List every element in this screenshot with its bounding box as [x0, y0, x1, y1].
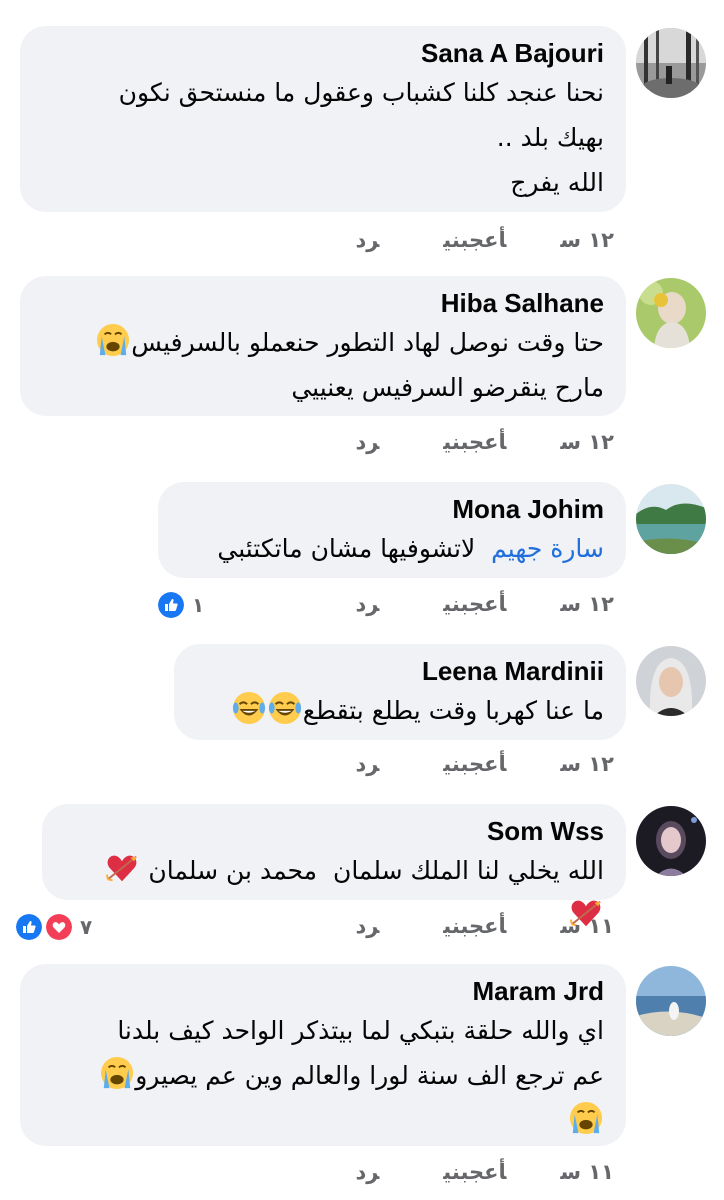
comment-text-line: ما عنا كهربا وقت يطلع بتقطع: [196, 688, 604, 733]
like-link[interactable]: أعجبني: [443, 914, 506, 938]
comment-text: حتا وقت نوصل لهاد التطور حنعملو بالسرفيس: [131, 328, 604, 357]
woman-hijab-avatar[interactable]: [636, 646, 706, 716]
heart-arrow-emoji: [105, 851, 139, 885]
comment-bubble: Leena Mardinii ما عنا كهربا وقت يطلع بتق…: [174, 644, 626, 740]
comment-text-line: مارح ينقرضو السرفيس يعنييي: [291, 373, 604, 402]
tears-of-joy-emoji: [232, 691, 266, 725]
like-link[interactable]: أعجبني: [443, 752, 506, 776]
comment-time[interactable]: ١٢ س: [560, 752, 614, 776]
comment-text-line: حتا وقت نوصل لهاد التطور حنعملو بالسرفيس: [42, 320, 604, 365]
comment-author[interactable]: Maram Jrd: [42, 974, 605, 1008]
comment-text-line: [42, 1098, 604, 1143]
comment-text-line: نحنا عنجد كلنا كشباب وعقول ما منستحق نكو…: [118, 78, 604, 107]
comment-text-line: الله يفرج: [510, 168, 604, 197]
tears-of-joy-emoji: [268, 691, 302, 725]
comment-text-line: بهيك بلد ..: [496, 123, 604, 152]
comment-author[interactable]: Hiba Salhane: [42, 286, 604, 320]
comment-time[interactable]: ١٢ س: [560, 430, 614, 454]
comment-text: الله يخلي لنا الملك سلمان محمد بن سلمان: [148, 856, 604, 885]
comment-text-line: عم ترجع الف سنة لورا والعالم وين عم يصير…: [42, 1053, 604, 1098]
comment-text: لاتشوفيها مشان ماتكتئبي: [217, 534, 476, 563]
lake-photo-avatar[interactable]: [636, 484, 706, 554]
love-icon: [44, 912, 74, 942]
sea-photo-avatar[interactable]: [636, 966, 706, 1036]
comment-bubble: Hiba Salhane حتا وقت نوصل لهاد التطور حن…: [20, 276, 626, 416]
comment-text: ما عنا كهربا وقت يطلع بتقطع: [302, 696, 604, 725]
reaction-count: ٧: [80, 915, 93, 939]
comment-bubble: Maram Jrd اي والله حلقة بتبكي لما بيتذكر…: [20, 964, 626, 1146]
reply-link[interactable]: رد: [355, 430, 379, 454]
woman-photo-avatar[interactable]: [636, 278, 706, 348]
comment-time[interactable]: ١١ س: [560, 914, 614, 938]
portrait-photo-avatar[interactable]: [636, 806, 706, 876]
comment-actions: ١٢ س أعجبني رد: [301, 228, 614, 252]
loudly-crying-emoji: [96, 323, 130, 357]
reply-link[interactable]: رد: [355, 1160, 379, 1184]
comment-bubble: Mona Johim سارة جهيم لاتشوفيها مشان ماتك…: [158, 482, 626, 578]
like-icon: [14, 912, 44, 942]
reply-link[interactable]: رد: [355, 228, 379, 252]
mention-link[interactable]: سارة جهيم: [491, 534, 604, 563]
reaction-summary[interactable]: ١: [156, 590, 204, 620]
reply-link[interactable]: رد: [355, 752, 379, 776]
like-link[interactable]: أعجبني: [443, 592, 506, 616]
comment-text-line: اي والله حلقة بتبكي لما بيتذكر الواحد كي…: [117, 1016, 604, 1045]
comment-text: عم ترجع الف سنة لورا والعالم وين عم يصير…: [135, 1061, 604, 1090]
comment-author[interactable]: Som Wss: [64, 814, 604, 848]
like-link[interactable]: أعجبني: [443, 228, 506, 252]
comment-actions: ١٢ س أعجبني رد: [301, 430, 614, 454]
forest-photo-avatar[interactable]: [636, 28, 706, 98]
comment-author[interactable]: Leena Mardinii: [196, 654, 604, 688]
loudly-crying-emoji: [569, 1101, 603, 1135]
reply-link[interactable]: رد: [355, 914, 379, 938]
comment-actions: ١٢ س أعجبني رد: [301, 592, 614, 616]
comment-actions: ١٢ س أعجبني رد: [301, 752, 614, 776]
reply-link[interactable]: رد: [355, 592, 379, 616]
comment-text-line: سارة جهيم لاتشوفيها مشان ماتكتئبي: [180, 526, 604, 571]
comment-time[interactable]: ١٢ س: [560, 228, 614, 252]
loudly-crying-emoji: [100, 1056, 134, 1090]
reaction-summary[interactable]: ٧: [14, 912, 93, 942]
like-link[interactable]: أعجبني: [443, 430, 506, 454]
comment-author[interactable]: Sana A Bajouri: [42, 36, 604, 70]
like-icon: [156, 590, 186, 620]
comment-time[interactable]: ١١ س: [560, 1160, 614, 1184]
comment-bubble: Som Wss الله يخلي لنا الملك سلمان محمد ب…: [42, 804, 626, 900]
comment-author[interactable]: Mona Johim: [180, 492, 604, 526]
comment-time[interactable]: ١٢ س: [560, 592, 614, 616]
like-link[interactable]: أعجبني: [443, 1160, 506, 1184]
comment-bubble: Sana A Bajouri نحنا عنجد كلنا كشباب وعقو…: [20, 26, 626, 212]
comment-actions: ١١ س أعجبني رد: [301, 1160, 614, 1184]
reaction-count: ١: [192, 593, 205, 617]
comment-actions: ١١ س أعجبني رد: [301, 914, 614, 938]
